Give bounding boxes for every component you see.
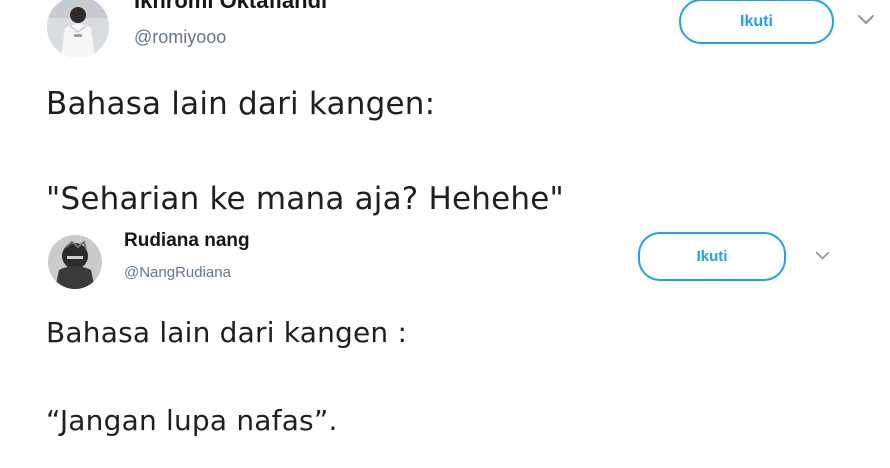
avatar[interactable] (48, 235, 102, 289)
tweet-text-line: “Jangan lupa nafas”. (46, 404, 338, 437)
tweet-text-line: Bahasa lain dari kangen : (46, 316, 408, 349)
tweet-text-line: "Seharian ke mana aja? Hehehe" (46, 181, 564, 217)
tweet-card: Ikhromi Oktafiandi @romiyooo Ikuti Bahas… (0, 0, 890, 232)
chevron-down-icon[interactable] (857, 14, 875, 26)
follow-button[interactable]: Ikuti (638, 232, 786, 281)
follow-button[interactable]: Ikuti (679, 0, 834, 44)
user-photo-avatar-icon (47, 0, 109, 58)
chevron-down-icon[interactable] (815, 251, 830, 261)
user-handle[interactable]: @romiyooo (134, 27, 226, 48)
tweet-card: Rudiana nang @NangRudiana Ikuti Bahasa l… (0, 228, 890, 468)
user-photo-avatar-icon (48, 235, 102, 289)
avatar[interactable] (47, 0, 109, 58)
tweet-text-line: Bahasa lain dari kangen: (46, 86, 436, 122)
display-name[interactable]: Ikhromi Oktafiandi (134, 0, 327, 14)
display-name[interactable]: Rudiana nang (124, 230, 250, 252)
user-handle[interactable]: @NangRudiana (124, 264, 231, 281)
